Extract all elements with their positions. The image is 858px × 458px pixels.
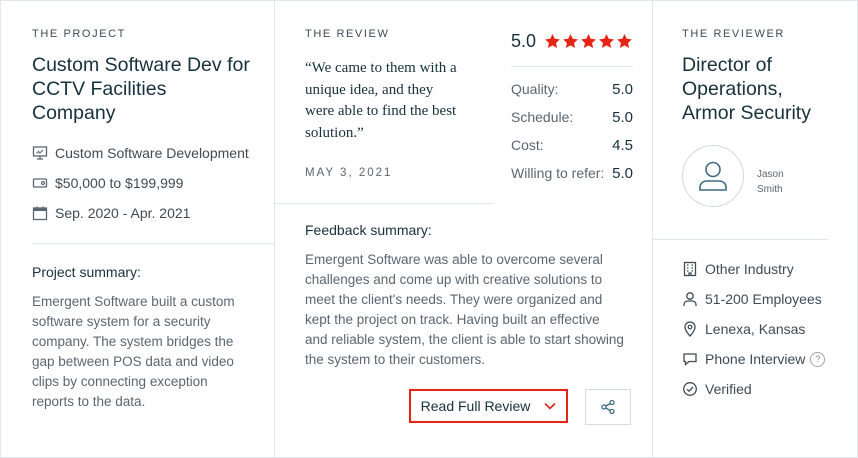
share-icon: [601, 399, 615, 415]
chat-bubble-icon: [683, 353, 697, 366]
read-full-review-label: Read Full Review: [420, 398, 531, 414]
building-icon: [683, 261, 697, 277]
star-icon: [563, 34, 578, 49]
calendar-icon: [32, 206, 48, 221]
project-summary-label: Project summary:: [32, 264, 141, 280]
column-divider: [274, 0, 275, 458]
reviewer-industry: Other Industry: [682, 261, 794, 277]
column-divider: [652, 0, 653, 458]
reviewer-location: Lenexa, Kansas: [682, 321, 805, 337]
reviewer-verified: Verified: [682, 381, 752, 397]
reviewer-name: Jason Smith: [757, 169, 784, 195]
review-date: MAY 3, 2021: [305, 167, 393, 179]
project-budget: $50,000 to $199,999: [32, 175, 183, 191]
reviewer-title: Director of Operations, Armor Security: [682, 54, 811, 124]
project-title: Custom Software Dev for CCTV Facilities …: [32, 54, 250, 124]
score-divider: [511, 66, 633, 67]
person-icon: [683, 292, 697, 306]
location-pin-icon: [684, 321, 696, 337]
price-tag-icon: [32, 178, 48, 188]
reviewer-eyebrow: THE REVIEWER: [682, 28, 785, 40]
overall-score: 5.0: [511, 31, 537, 51]
section-divider: [653, 239, 828, 240]
score-schedule: Schedule: 5.0: [511, 109, 633, 126]
star-icon: [599, 34, 614, 49]
project-summary: Emergent Software built a custom softwar…: [32, 294, 235, 409]
score-quality: Quality: 5.0: [511, 81, 633, 98]
project-service: Custom Software Development: [32, 145, 249, 161]
avatar: [682, 145, 744, 207]
section-divider: [32, 243, 274, 244]
star-rating: [544, 33, 633, 50]
project-timeline: Sep. 2020 - Apr. 2021: [32, 205, 190, 221]
question-icon[interactable]: ?: [810, 351, 826, 367]
user-icon: [699, 161, 727, 191]
review-eyebrow: THE REVIEW: [305, 28, 390, 40]
score-cost: Cost: 4.5: [511, 137, 633, 154]
project-eyebrow: THE PROJECT: [32, 28, 126, 40]
chevron-down-icon: [544, 402, 556, 410]
review-quote: “We came to them with a unique idea, and…: [305, 60, 457, 141]
reviewer-employees: 51-200 Employees: [682, 291, 822, 307]
feedback-summary-label: Feedback summary:: [305, 222, 432, 238]
star-icon: [581, 34, 596, 49]
star-icon: [545, 34, 560, 49]
reviewer-interview: Phone Interview ?: [682, 351, 826, 367]
check-circle-icon: [683, 382, 697, 396]
section-divider: [275, 203, 494, 204]
star-icon: [617, 34, 632, 49]
read-full-review-button[interactable]: Read Full Review: [409, 389, 568, 423]
score-willing-to-refer: Willing to refer: 5.0: [511, 165, 633, 182]
overall-rating: 5.0: [511, 31, 633, 52]
feedback-summary: Emergent Software was able to overcome s…: [305, 252, 624, 367]
share-button[interactable]: [585, 389, 631, 425]
monitor-icon: [32, 146, 48, 160]
